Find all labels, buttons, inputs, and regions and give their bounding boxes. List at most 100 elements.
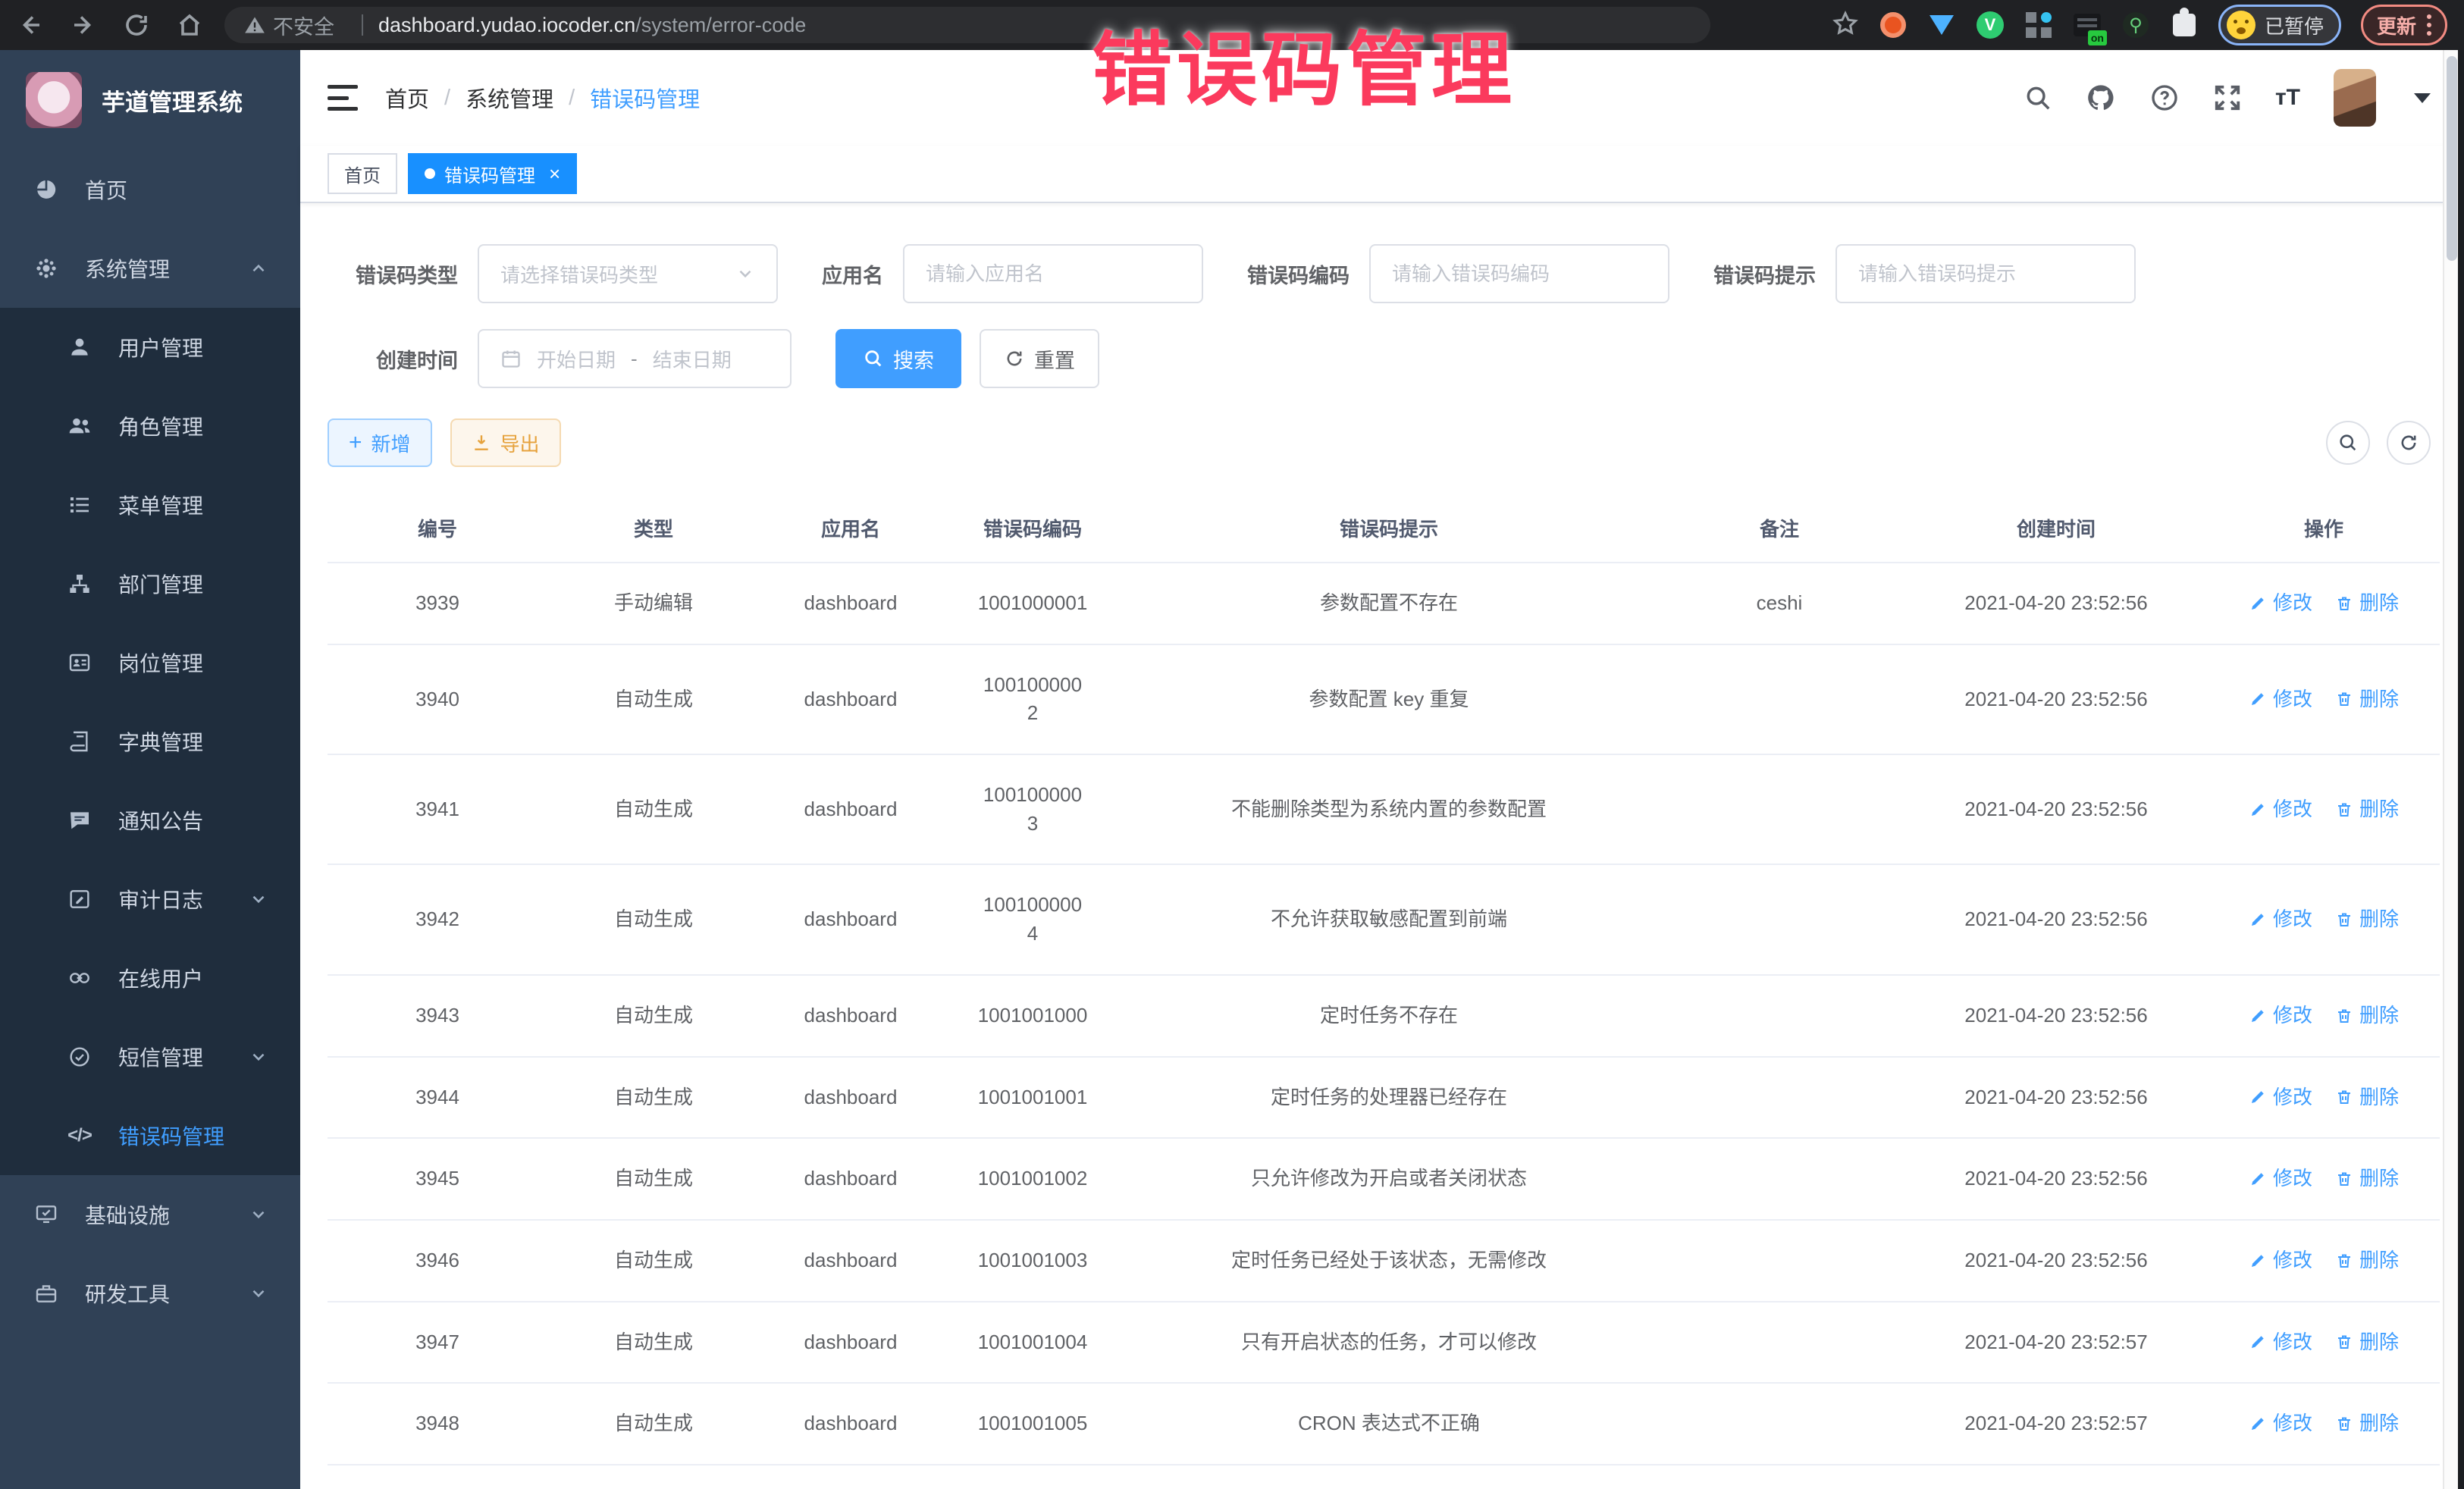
cell-app: dashboard [760, 864, 942, 974]
sidebar-item-dev-tool[interactable]: 研发工具 [0, 1254, 300, 1333]
cell-code: 1001001001 [942, 1057, 1124, 1139]
cell-hint: 只有开启状态的任务，才可以修改 [1124, 1302, 1654, 1384]
extension-icon-key[interactable]: ⚲ [2121, 11, 2150, 39]
help-icon[interactable] [2149, 83, 2180, 113]
sidebar-item-dept[interactable]: 部门管理 [0, 544, 300, 623]
page-scrollbar[interactable] [2443, 50, 2458, 1489]
sidebar-item-notice[interactable]: 通知公告 [0, 781, 300, 860]
header-search-icon[interactable] [2024, 83, 2052, 112]
error-hint-input[interactable] [1835, 244, 2136, 303]
reset-button[interactable]: 重置 [980, 329, 1099, 388]
github-icon[interactable] [2086, 83, 2116, 113]
browser-back-icon[interactable] [17, 11, 44, 39]
user-menu-caret-icon[interactable] [2414, 93, 2431, 103]
code-icon: </> [67, 1123, 92, 1149]
main-panel: 错误码类型 请选择错误码类型 应用名 错误码编码 [300, 203, 2464, 1489]
breadcrumb-home[interactable]: 首页 [385, 82, 429, 114]
cell-hint: 不能删除类型为系统内置的参数配置 [1124, 754, 1654, 864]
cell-type: 自动生成 [547, 975, 760, 1057]
extension-icon-green[interactable]: V [1976, 11, 2005, 39]
user-avatar[interactable] [2334, 69, 2376, 127]
window-edge [2458, 50, 2464, 1489]
plus-icon: + [349, 431, 362, 454]
browser-menu-icon[interactable] [2427, 14, 2431, 36]
sidebar-item-role[interactable]: 角色管理 [0, 387, 300, 466]
edit-link[interactable]: 修改 [2249, 1083, 2312, 1112]
sidebar-item-home[interactable]: 首页 [0, 150, 300, 229]
cell-code: 1001001004 [942, 1302, 1124, 1384]
app-logo[interactable]: 芋道管理系统 [0, 50, 300, 150]
browser-reload-icon[interactable] [123, 11, 150, 39]
edit-link[interactable]: 修改 [2249, 1165, 2312, 1193]
dict-icon [67, 729, 92, 754]
delete-link[interactable]: 删除 [2335, 1328, 2399, 1357]
browser-forward-icon[interactable] [70, 11, 97, 39]
delete-link[interactable]: 删除 [2335, 795, 2399, 824]
toggle-search-button[interactable] [2326, 421, 2370, 465]
extension-icon-gem[interactable] [1927, 11, 1956, 39]
cell-id: 3947 [328, 1302, 547, 1384]
delete-link[interactable]: 删除 [2335, 1409, 2399, 1438]
sidebar-item-infra[interactable]: 基础设施 [0, 1175, 300, 1254]
tool-icon [33, 1281, 59, 1306]
sidebar-item-error-code[interactable]: </>错误码管理 [0, 1096, 300, 1175]
search-button[interactable]: 搜索 [835, 329, 961, 388]
scrollbar-thumb[interactable] [2447, 56, 2457, 261]
error-code-input[interactable] [1369, 244, 1669, 303]
extension-icon-grid[interactable] [2024, 11, 2053, 39]
date-range-picker[interactable]: 开始日期 - 结束日期 [478, 329, 792, 388]
tab-error-code[interactable]: 错误码管理 × [408, 153, 577, 194]
tab-close-icon[interactable]: × [549, 162, 560, 186]
delete-link[interactable]: 删除 [2335, 1083, 2399, 1112]
breadcrumb-system[interactable]: 系统管理 [466, 82, 553, 114]
add-button[interactable]: + 新增 [328, 418, 432, 467]
sidebar-item-post[interactable]: 岗位管理 [0, 623, 300, 702]
edit-link[interactable]: 修改 [2249, 685, 2312, 714]
tab-home[interactable]: 首页 [328, 153, 397, 194]
sidebar-item-user[interactable]: 用户管理 [0, 308, 300, 387]
hamburger-icon[interactable] [328, 85, 358, 111]
extension-icon-orange[interactable] [1879, 11, 1908, 39]
fullscreen-icon[interactable] [2213, 83, 2242, 112]
edit-link[interactable]: 修改 [2249, 795, 2312, 824]
browser-home-icon[interactable] [176, 11, 203, 39]
sidebar-item-label: 字典管理 [118, 726, 203, 757]
delete-link[interactable]: 删除 [2335, 1165, 2399, 1193]
bookmark-star-icon[interactable] [1832, 10, 1859, 41]
table-row: 3939手动编辑dashboard1001000001参数配置不存在ceshi2… [328, 563, 2440, 644]
cell-app: dashboard [760, 1138, 942, 1220]
cell-id: 3945 [328, 1138, 547, 1220]
edit-link[interactable]: 修改 [2249, 1002, 2312, 1030]
insecure-label: 不安全 [273, 11, 334, 40]
delete-link[interactable]: 删除 [2335, 1246, 2399, 1275]
refresh-table-button[interactable] [2387, 421, 2431, 465]
sidebar-item-dict[interactable]: 字典管理 [0, 702, 300, 781]
edit-link[interactable]: 修改 [2249, 1328, 2312, 1357]
sidebar-item-online-user[interactable]: 在线用户 [0, 939, 300, 1017]
delete-link[interactable]: 删除 [2335, 589, 2399, 618]
menu-list-icon [67, 492, 92, 518]
extension-icon-tampermonkey[interactable]: on [2073, 11, 2102, 39]
error-type-select[interactable]: 请选择错误码类型 [478, 244, 778, 303]
sidebar-item-menu[interactable]: 菜单管理 [0, 466, 300, 544]
edit-link[interactable]: 修改 [2249, 589, 2312, 618]
cell-hint: CRON 表达式不正确 [1124, 1383, 1654, 1465]
chevron-down-icon [249, 1047, 268, 1067]
font-size-icon[interactable]: тT [2275, 85, 2300, 111]
delete-link[interactable]: 删除 [2335, 685, 2399, 714]
edit-link[interactable]: 修改 [2249, 1409, 2312, 1438]
export-button[interactable]: 导出 [450, 418, 561, 467]
edit-link[interactable]: 修改 [2249, 905, 2312, 934]
cell-id: 3941 [328, 754, 547, 864]
delete-link[interactable]: 删除 [2335, 1002, 2399, 1030]
sidebar-item-system[interactable]: 系统管理 [0, 229, 300, 308]
sidebar-item-audit-log[interactable]: 审计日志 [0, 860, 300, 939]
address-bar[interactable]: 不安全 dashboard.yudao.iocoder.cn/system/er… [224, 7, 1710, 43]
browser-update-button[interactable]: 更新 [2361, 5, 2447, 45]
extensions-puzzle-icon[interactable] [2170, 11, 2199, 39]
app-name-input[interactable] [903, 244, 1203, 303]
sidebar-item-sms[interactable]: 短信管理 [0, 1017, 300, 1096]
edit-link[interactable]: 修改 [2249, 1246, 2312, 1275]
browser-profile-chip[interactable]: 已暂停 [2218, 5, 2341, 45]
delete-link[interactable]: 删除 [2335, 905, 2399, 934]
